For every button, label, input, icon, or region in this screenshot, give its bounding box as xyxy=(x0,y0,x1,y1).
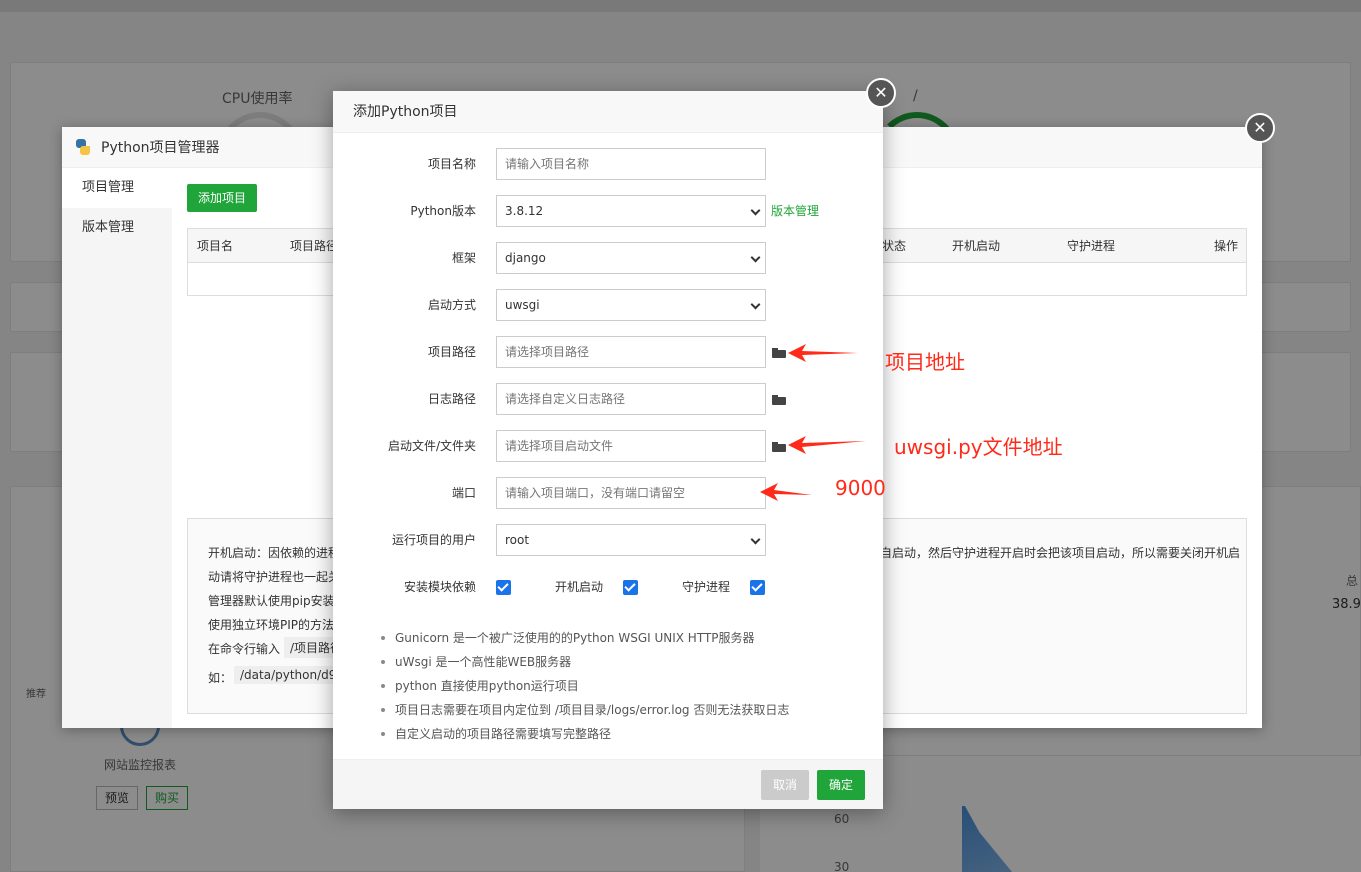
framework-select[interactable]: django xyxy=(496,242,766,274)
install-deps-label: 安装模块依赖 xyxy=(404,580,477,594)
run-user-select[interactable]: root xyxy=(496,524,766,556)
tip-line: 在命令行输入 xyxy=(208,642,281,656)
list-item: Gunicorn 是一个被广泛使用的的Python WSGI UNIX HTTP… xyxy=(379,626,869,650)
log-path-input[interactable] xyxy=(496,383,766,415)
folder-open-icon[interactable] xyxy=(772,348,786,358)
annotation-uwsgi-file-address: uwsgi.py文件地址 xyxy=(894,435,1063,459)
annotation-port-value: 9000 xyxy=(835,476,886,500)
folder-open-icon[interactable] xyxy=(772,395,786,405)
sidebar-item-project-manage[interactable]: 项目管理 xyxy=(62,168,172,208)
framework-value: django xyxy=(505,251,546,265)
run-user-value: root xyxy=(505,533,530,547)
daemon-label: 守护进程 xyxy=(682,580,731,594)
tip-code: /data/python/d9 xyxy=(234,666,343,684)
start-mode-label: 启动方式 xyxy=(427,298,476,312)
sidebar-item-version-manage[interactable]: 版本管理 xyxy=(62,208,172,248)
framework-label: 框架 xyxy=(451,251,476,265)
autostart-label: 开机启动 xyxy=(555,580,604,594)
dialog-footer: 取消 确定 xyxy=(333,759,883,809)
cancel-button[interactable]: 取消 xyxy=(761,770,809,800)
python-version-label: Python版本 xyxy=(410,204,476,218)
dialog-notes: Gunicorn 是一个被广泛使用的的Python WSGI UNIX HTTP… xyxy=(379,626,869,746)
confirm-button[interactable]: 确定 xyxy=(817,770,865,800)
tip-line: 动请将守护进程也一起关 xyxy=(208,570,341,584)
manager-title: Python项目管理器 xyxy=(101,140,220,156)
list-item: 自定义启动的项目路径需要填写完整路径 xyxy=(379,722,869,746)
port-input[interactable] xyxy=(496,477,766,509)
python-version-select[interactable]: 3.8.12 xyxy=(496,195,766,227)
python-logo-icon xyxy=(74,138,92,156)
manager-sidebar: 项目管理 版本管理 xyxy=(62,168,172,728)
project-path-label: 项目路径 xyxy=(427,345,476,359)
install-deps-checkbox[interactable] xyxy=(496,580,511,595)
column-header: 项目路径 xyxy=(290,239,339,253)
project-name-label: 项目名称 xyxy=(427,157,476,171)
chevron-down-icon xyxy=(750,299,761,310)
tip-code-chip: /data/python/d9 xyxy=(234,666,343,684)
project-name-input[interactable] xyxy=(496,148,766,180)
annotation-project-address: 项目地址 xyxy=(885,350,965,374)
list-item: 项目日志需要在项目内定位到 /项目目录/logs/error.log 否则无法获… xyxy=(379,698,869,722)
column-header: 开机启动 xyxy=(952,239,1001,253)
column-header: 守护进程 xyxy=(1067,239,1116,253)
add-project-button[interactable]: 添加项目 xyxy=(187,184,257,212)
dialog-close-icon[interactable]: ✕ xyxy=(866,78,896,108)
port-label: 端口 xyxy=(451,486,476,500)
list-item: uWsgi 是一个高性能WEB服务器 xyxy=(379,650,869,674)
tip-line: 使用独立环境PIP的方法 xyxy=(208,618,335,632)
chevron-down-icon xyxy=(750,252,761,263)
tip-line: 自启动，然后守护进程开启时会把该项目启动，所以需要关闭开机启 xyxy=(880,546,1241,560)
tip-line: 开机启动：因依赖的进程 xyxy=(208,546,341,560)
start-file-label: 启动文件/文件夹 xyxy=(387,439,476,453)
log-path-label: 日志路径 xyxy=(427,392,476,406)
column-header: 状态 xyxy=(882,239,907,253)
autostart-checkbox[interactable] xyxy=(623,580,638,595)
version-manage-link[interactable]: 版本管理 xyxy=(771,195,819,227)
python-version-value: 3.8.12 xyxy=(505,204,544,218)
column-header: 操作 xyxy=(1214,239,1239,253)
tip-line: 如： xyxy=(208,671,233,685)
chevron-down-icon xyxy=(750,205,761,216)
start-mode-select[interactable]: uwsgi xyxy=(496,289,766,321)
annotation-arrow xyxy=(788,436,866,454)
column-header: 项目名 xyxy=(197,239,234,253)
run-user-label: 运行项目的用户 xyxy=(391,533,476,547)
annotation-arrow xyxy=(788,344,858,362)
list-item: python 直接使用python运行项目 xyxy=(379,674,869,698)
daemon-checkbox[interactable] xyxy=(750,580,765,595)
manager-close-icon[interactable]: ✕ xyxy=(1245,113,1275,143)
chevron-down-icon xyxy=(750,534,761,545)
start-mode-value: uwsgi xyxy=(505,298,540,312)
annotation-arrow xyxy=(760,483,812,501)
tip-line: 管理器默认使用pip安装 xyxy=(208,594,335,608)
project-path-input[interactable] xyxy=(496,336,766,368)
dialog-title: 添加Python项目 xyxy=(333,91,883,133)
start-file-input[interactable] xyxy=(496,430,766,462)
folder-open-icon[interactable] xyxy=(772,442,786,452)
